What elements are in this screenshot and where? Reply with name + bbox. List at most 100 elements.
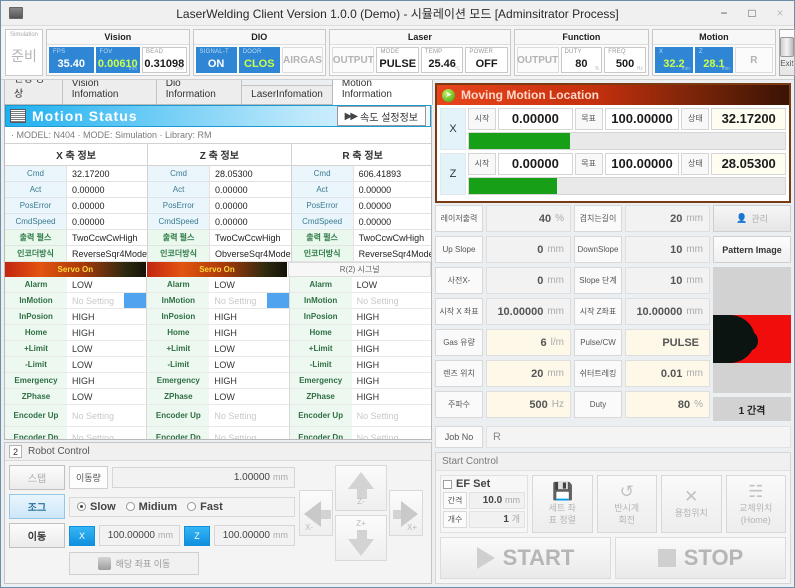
axis-column-header: X 축 정보: [5, 144, 148, 166]
param-input[interactable]: 10.00000 mm: [486, 298, 571, 325]
manage-button[interactable]: 👤 관리: [713, 205, 791, 232]
maximize-button[interactable]: □: [738, 1, 766, 25]
jog-button[interactable]: 조그: [9, 494, 65, 519]
tab-motion-information[interactable]: Motion Information: [331, 80, 433, 105]
param-input[interactable]: 10 mm: [625, 267, 710, 294]
signal-key: Home: [147, 325, 210, 340]
param-input[interactable]: 80%: [625, 391, 710, 418]
param-value: 6: [540, 336, 547, 349]
signal-row: ZPhase HIGH: [289, 389, 431, 405]
robot-control-fields: 스탭 이동량 1.00000mm 조그 SlowMidiumFast 이동: [9, 465, 295, 579]
signal-key: Encoder Up: [5, 405, 67, 426]
radio-circle-icon: [77, 502, 86, 511]
param-input[interactable]: 20 mm: [486, 360, 571, 387]
ef-gap-input[interactable]: 10.0 mm: [469, 492, 525, 509]
signal-flag: [267, 277, 289, 292]
param-input[interactable]: 0 mm: [486, 267, 571, 294]
step-button[interactable]: 스탭: [9, 465, 65, 490]
x-target-input[interactable]: 100.00000 mm: [99, 525, 180, 546]
move-button[interactable]: 이동: [9, 523, 65, 548]
jog-x-plus-button[interactable]: X+: [389, 490, 423, 536]
param-input[interactable]: 10 mm: [625, 236, 710, 263]
speed-settings-label: 속도 설정정보: [360, 112, 418, 124]
ef-count-input[interactable]: 1 개: [469, 511, 525, 528]
axis-row-key: 출력 펄스: [5, 230, 67, 245]
move-row: 이동 X 100.00000 mm Z 100.00000 mm: [9, 523, 295, 548]
z-target-input[interactable]: 100.00000 mm: [214, 525, 295, 546]
ef-gap-row: 간격 10.0 mm: [443, 492, 525, 509]
signal-flag: [409, 309, 431, 324]
action-button-label2: 표 정렬: [548, 515, 576, 525]
speed-radio-fast[interactable]: Fast: [187, 501, 223, 513]
signal-key: InPosion: [147, 309, 210, 324]
shuffle-icon: ✕: [684, 487, 699, 506]
param-label: Gas 유량: [435, 329, 483, 356]
action-button-1[interactable]: ↺ 반시계 회전: [596, 475, 657, 533]
signal-row: Alarm LOW: [147, 277, 289, 293]
z-target-unit: mm: [273, 530, 288, 540]
action-button-row: 💾 세트 좌표 정렬 ↺ 반시계 회전 ✕ 용접위치 ☵ 교체위치 (Home): [532, 475, 786, 533]
action-button-2[interactable]: ✕ 용접위치: [661, 475, 722, 533]
param-row: DownSlope 10 mm: [574, 236, 710, 263]
axis-column: R 축 정보 Cmd 606.41893 Act 0.00000 PosError 0.00…: [291, 144, 431, 262]
speed-radio-midium[interactable]: Midium: [125, 501, 177, 513]
tab-진행-영상[interactable]: 진행 영상: [4, 80, 63, 104]
param-input[interactable]: PULSE: [625, 329, 710, 356]
signal-flag: [409, 373, 431, 388]
exit-button[interactable]: Exit: [778, 29, 795, 76]
param-input[interactable]: 0.01 mm: [625, 360, 710, 387]
param-unit: %: [555, 213, 564, 224]
window-controls: − □ ×: [710, 1, 794, 25]
action-button-0[interactable]: 💾 세트 좌표 정렬: [532, 475, 593, 533]
param-input[interactable]: 6 l/m: [486, 329, 571, 356]
speed-radio-label: Slow: [90, 500, 116, 513]
tab-vision-infomation[interactable]: Vision Infomation: [61, 80, 157, 104]
speed-radio-slow[interactable]: Slow: [77, 501, 116, 513]
param-value: 0.01: [660, 367, 683, 380]
tab-dio-information[interactable]: Dio Information: [155, 80, 243, 104]
goto-coordinate-button[interactable]: 해당 좌표 이동: [69, 552, 199, 575]
signal-key: Alarm: [5, 277, 67, 292]
param-input[interactable]: 500 Hz: [486, 391, 571, 418]
status-group-laser: Laser OUTPUT MODE PULSE TEMP 25.46 ℃ POWER OFF: [329, 29, 511, 76]
param-input[interactable]: 20 mm: [625, 205, 710, 232]
jog-x-minus-button[interactable]: X-: [299, 490, 333, 536]
close-button[interactable]: ×: [766, 1, 794, 25]
stop-button[interactable]: STOP: [615, 537, 786, 579]
pattern-image-button[interactable]: Pattern Image: [713, 236, 791, 263]
param-input[interactable]: 10.00000 mm: [625, 298, 710, 325]
ef-gap-label: 간격: [443, 492, 467, 509]
signal-row: -Limit LOW: [147, 357, 289, 373]
jog-z-plus-button[interactable]: Z+: [335, 515, 387, 561]
parameter-column-right: 겹치는길이 20 mm DownSlope 10 mm Slope 단계 10 mm 시작 Z좌표…: [574, 205, 710, 421]
signal-row: -Limit HIGH: [289, 357, 431, 373]
speed-settings-button[interactable]: ▶▶ 속도 설정정보: [336, 106, 426, 126]
signal-value: HIGH: [356, 359, 380, 370]
start-button[interactable]: START: [440, 537, 611, 579]
param-value: 20: [670, 212, 683, 225]
signal-flag: [124, 389, 146, 404]
axis-row: Act 0.00000: [5, 182, 148, 198]
param-input[interactable]: 40%: [486, 205, 571, 232]
signal-row: Alarm LOW: [289, 277, 431, 293]
ef-set-checkbox[interactable]: [443, 479, 452, 489]
signal-key: -Limit: [289, 357, 352, 372]
rotate-ccw-icon: ↺: [619, 482, 634, 501]
tab-laserinfomation[interactable]: LaserInfomation: [241, 85, 333, 104]
x-target-unit: mm: [158, 530, 173, 540]
status-cell-value: R: [750, 54, 758, 66]
signal-value: LOW: [72, 391, 93, 402]
ef-set-header[interactable]: EF Set: [443, 478, 525, 490]
param-input[interactable]: 0 mm: [486, 236, 571, 263]
double-arrow-icon: ▶▶: [344, 110, 358, 122]
status-cell-signal-t: SIGNAL-T ON: [195, 47, 237, 73]
status-group-cells: SIGNAL-T ON DOOR CLOS AIRGAS: [194, 45, 325, 75]
axis-row-value: 0.00000: [215, 184, 248, 195]
action-button-3[interactable]: ☵ 교체위치 (Home): [725, 475, 786, 533]
amount-input[interactable]: 1.00000 mm: [111, 467, 295, 488]
parameter-grid: 레이저출력 40% Up Slope 0 mm 사전X- 0 mm 시작 X 좌표 10.0000…: [435, 205, 791, 421]
jog-z-minus-button[interactable]: Z-: [335, 465, 387, 511]
axis-row-key: PosError: [5, 198, 67, 213]
minimize-button[interactable]: −: [710, 1, 738, 25]
job-number-input[interactable]: R: [486, 426, 791, 448]
